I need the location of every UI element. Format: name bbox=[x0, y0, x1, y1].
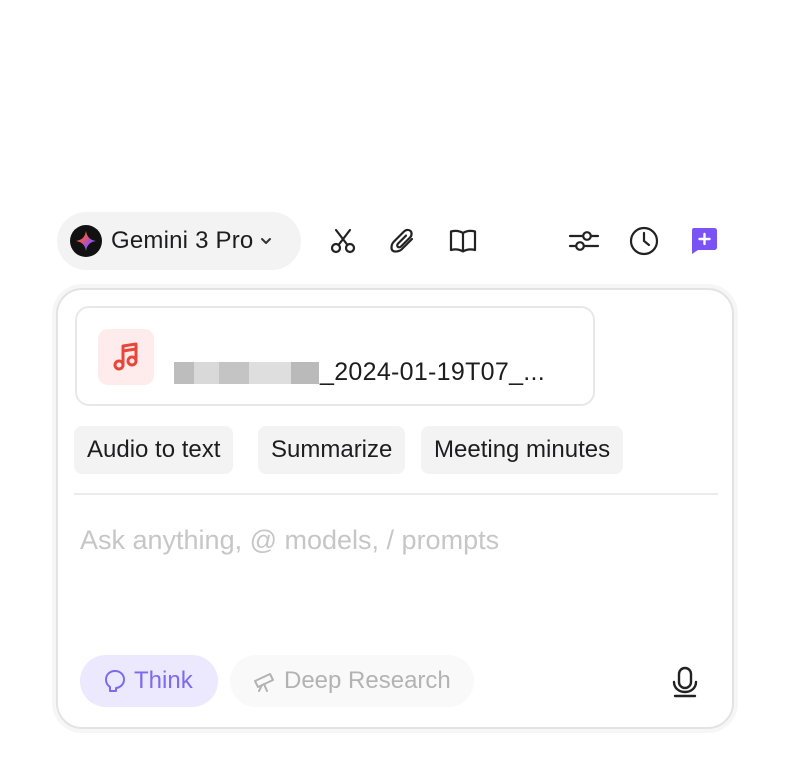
model-selector[interactable]: Gemini 3 Pro bbox=[57, 212, 301, 270]
deep-research-toggle[interactable]: Deep Research bbox=[230, 655, 474, 707]
model-name: Gemini 3 Pro bbox=[111, 227, 254, 254]
redacted-name-block bbox=[174, 362, 194, 384]
history-icon[interactable] bbox=[628, 225, 660, 257]
brain-icon bbox=[105, 670, 125, 692]
scissors-icon[interactable] bbox=[327, 225, 359, 257]
composer-box: _2024-01-19T07_... Audio to text Summari… bbox=[56, 288, 734, 729]
redacted-name-block bbox=[219, 362, 249, 384]
sliders-icon[interactable] bbox=[568, 225, 600, 257]
quick-action-summarize[interactable]: Summarize bbox=[258, 426, 406, 474]
quick-action-meeting-minutes[interactable]: Meeting minutes bbox=[421, 426, 624, 474]
composer-toolbar: Gemini 3 Pro bbox=[57, 212, 737, 270]
music-note-icon bbox=[98, 329, 154, 385]
microphone-icon[interactable] bbox=[668, 665, 702, 699]
redacted-name-block bbox=[291, 362, 319, 384]
book-icon[interactable] bbox=[447, 225, 479, 257]
chevron-down-icon bbox=[259, 234, 273, 248]
think-label: Think bbox=[134, 667, 193, 694]
quick-action-audio-to-text[interactable]: Audio to text bbox=[74, 426, 234, 474]
redacted-name-block bbox=[194, 362, 219, 384]
telescope-icon bbox=[254, 673, 274, 692]
prompt-input[interactable] bbox=[80, 520, 710, 560]
think-toggle[interactable]: Think bbox=[80, 655, 218, 707]
model-logo-icon bbox=[70, 225, 102, 257]
deep-research-label: Deep Research bbox=[284, 667, 451, 694]
new-chat-icon[interactable] bbox=[688, 225, 720, 257]
redacted-name-block bbox=[249, 362, 291, 384]
paperclip-icon[interactable] bbox=[387, 225, 419, 257]
divider bbox=[74, 493, 718, 495]
file-name: _2024-01-19T07_... bbox=[320, 358, 546, 386]
attached-file-card[interactable]: _2024-01-19T07_... bbox=[75, 306, 595, 406]
